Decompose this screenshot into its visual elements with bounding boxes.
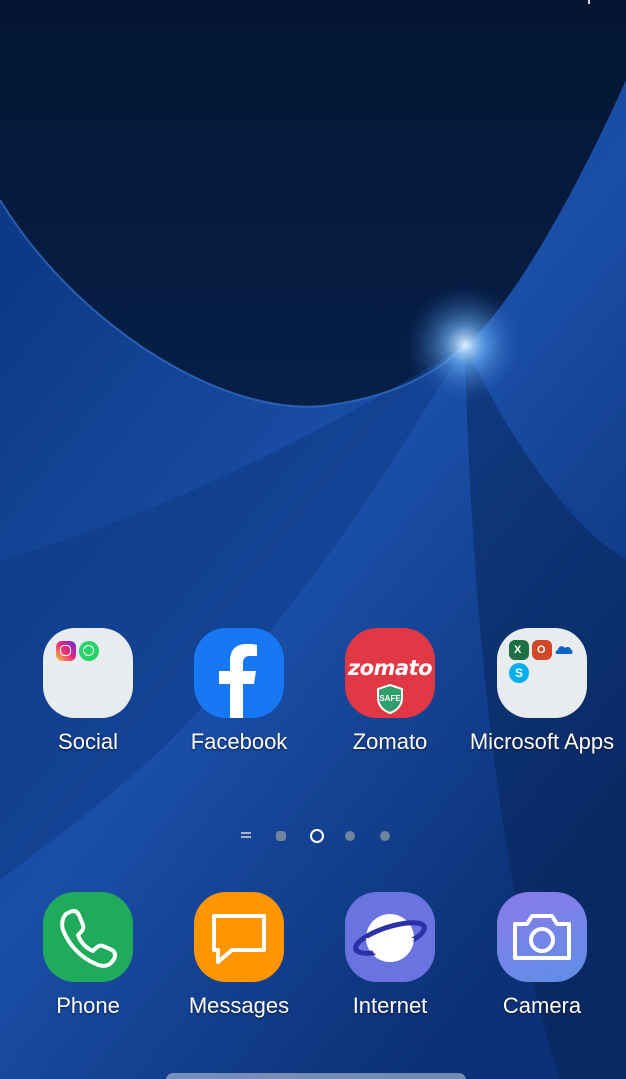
navigation-handle[interactable] — [166, 1073, 466, 1079]
internet-icon — [345, 892, 435, 982]
social-folder-icon — [43, 628, 133, 718]
safe-badge: SAFE — [379, 694, 401, 703]
app-zomato[interactable]: zomato SAFE Zomato — [315, 628, 465, 768]
app-social[interactable]: Social — [13, 628, 163, 768]
app-facebook[interactable]: Facebook — [164, 628, 314, 768]
facebook-icon — [194, 628, 284, 718]
skype-icon: S — [509, 663, 529, 683]
microsoft-apps-folder-icon: X O S — [497, 628, 587, 718]
camera-icon — [497, 892, 587, 982]
instagram-icon — [56, 641, 76, 661]
app-label: Microsoft Apps — [469, 729, 615, 754]
dock-app-internet[interactable]: Internet — [315, 892, 465, 1032]
app-label: Camera — [502, 993, 582, 1018]
status-bar-indicator — [588, 0, 590, 4]
home-page-menu-icon[interactable] — [241, 832, 251, 834]
home-screen: Social Facebook zomato SAFE Zomato X O S… — [0, 0, 626, 1079]
page-dot-3[interactable] — [345, 831, 355, 841]
excel-icon: X — [509, 640, 529, 660]
page-indicator[interactable] — [0, 828, 626, 844]
dock-app-phone[interactable]: Phone — [13, 892, 163, 1032]
dock-app-messages[interactable]: Messages — [164, 892, 314, 1032]
zomato-icon: zomato SAFE — [345, 628, 435, 718]
app-microsoft-apps[interactable]: X O S Microsoft Apps — [467, 628, 617, 768]
page-dot-1[interactable] — [276, 831, 286, 841]
office-icon: O — [532, 640, 552, 660]
page-dot-current[interactable] — [310, 829, 324, 843]
messages-icon — [194, 892, 284, 982]
dock-app-camera[interactable]: Camera — [467, 892, 617, 1032]
onedrive-icon — [554, 640, 574, 660]
whatsapp-icon — [79, 641, 99, 661]
phone-icon — [43, 892, 133, 982]
page-dot-4[interactable] — [380, 831, 390, 841]
zomato-wordmark: zomato — [347, 656, 433, 680]
